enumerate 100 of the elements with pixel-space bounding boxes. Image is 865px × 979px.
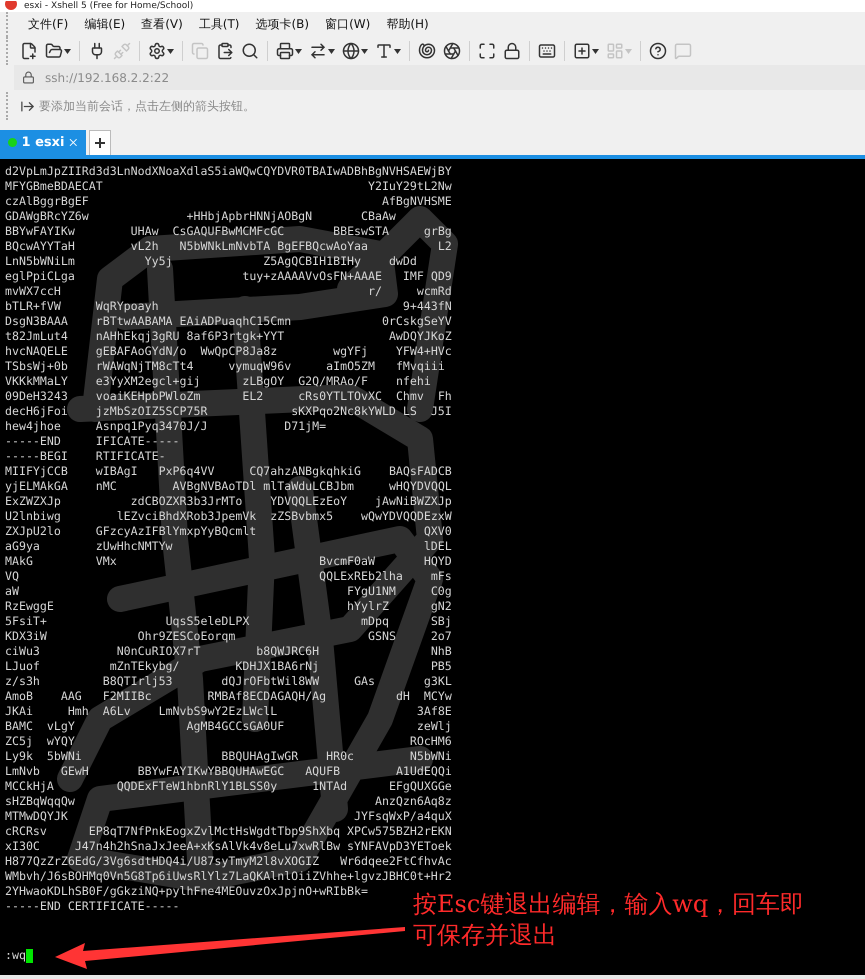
terminal-text: EP8qT7NfPnkEogxZvlMctHsWgdtTbp9ShXbq [88,824,340,838]
caret-icon [394,48,401,54]
terminal-text: A6Lv [102,704,131,718]
terminal-text: mDpq [361,614,389,628]
terminal-text: Hmh [68,704,89,718]
terminal-text: zLBgOY [242,374,284,388]
app-icon [4,1,18,11]
terminal-text: RTIFICATE- [96,449,166,463]
terminal-text: cRs0YTLTOvXC [298,389,382,403]
terminal-text: sYNFAVpD3YEToek [347,839,452,853]
terminal-text: GDAWgBRcYZ6w [5,209,89,223]
terminal-text: UqsS5eleDLPX [166,614,250,628]
terminal-text: sKXPqo2Nc8kYWLD [291,404,396,418]
menu-item[interactable]: 选项卡(B) [250,14,316,35]
terminal-text: J5I [430,404,452,418]
terminal-text: MCCkHjA [5,779,54,793]
globe-button[interactable] [340,40,370,62]
lock-icon [503,42,521,60]
menu-item[interactable]: 编辑(E) [78,14,132,35]
print-button[interactable] [274,40,304,62]
menu-item[interactable]: 工具(T) [192,14,246,35]
terminal-text: d2VpLmJpZIIRd3d3LnNodXNoaXdlaS5iaWQwCQYDVR0TBAIwADBhBgNVHSAEWjBY [5,164,452,178]
menu-item[interactable]: 文件(F) [22,14,74,35]
terminal-text: LJuof [5,659,40,673]
caret-icon [592,48,599,54]
caret-icon [64,48,71,54]
terminal-text: 9+443fN [402,299,452,313]
terminal-text: gN2 [430,599,452,613]
terminal-text: tuy+zAAAAVvOsFN+AAAE [242,269,382,283]
terminal-text: LnN5bWNiLm [5,254,75,268]
terminal-text: NhB [430,644,452,658]
menu-item[interactable]: 帮助(H) [380,14,435,35]
terminal-text: J47n4h2hSnaJxJeeA+xKsAlVk4v8eLu7xwRlBw [74,839,340,853]
terminal-text: :wq [5,948,26,963]
terminal-text: MFYGBmeBDAECAT [5,179,103,193]
arrows-icon [309,42,327,60]
caret-icon [625,48,632,54]
new-tab-button[interactable] [89,130,111,155]
terminal-text: GFzcyAzIFBlYmxpYyBQcmlt [96,524,256,538]
terminal-text: lEZvciBhdXRob3JpemVk [116,509,256,523]
terminal-text: 5bWNi [46,749,82,763]
terminal-text: QQLExREb2lha [319,569,403,583]
terminal-text: fMvqiii [396,359,445,373]
xmanager-button[interactable] [441,40,463,62]
terminal-text: TSbsWj+0b [5,359,68,373]
terminal-text: Y2IuY29tL2Nw [368,179,452,193]
terminal-text: r/ [368,284,382,298]
terminal-text: U2lnbiwg [5,509,61,523]
caret-icon [167,48,174,54]
new-file-icon [20,42,38,60]
caret-icon [361,48,368,54]
terminal-text: KDX3iW [5,629,47,643]
terminal-text: decH6jFoi [5,404,68,418]
menu-item[interactable]: 查看(V) [135,14,189,35]
terminal-text: AwDQYJKoZ [388,329,452,343]
terminal-text: jzMbSzOIZ5SCP75R [96,404,208,418]
terminal-text: AfBgNVHSME [382,194,452,208]
font-icon [375,42,393,60]
terminal-text: LS [402,404,417,418]
plus-square-icon [573,42,591,60]
unplug-icon [113,42,131,60]
terminal-text: aW [5,584,19,598]
terminal-text: 2o7 [430,629,452,643]
terminal-text: VMx [96,554,117,568]
terminal-text: GEwH [60,764,89,778]
terminal-text: JKAi [5,704,33,718]
terminal-text: hYylrZ [347,599,389,613]
terminal-text: Ly9k [5,749,33,763]
annotation-text: 按Esc键退出编辑，输入wq，回车即 可保存并退出 [413,889,806,951]
terminal-text: Asnpq1Pyq3470J/J [96,419,208,433]
terminal-text: IFICATE----- [96,434,180,448]
chat-icon [674,42,692,60]
terminal-text: BgEFBQcwAoYaa [277,239,368,253]
terminal-text: L2 [438,239,452,253]
terminal-text: dH [396,689,410,703]
terminal-text: bTLR+fVW [5,299,61,313]
terminal-text: zUwHhcNMTYw [96,539,173,553]
terminal-text: BvcmF0aW [319,554,375,568]
terminal-text: A1UdEQQi [396,764,452,778]
layout-icon [606,42,624,60]
terminal-text: ZC5j [5,734,33,748]
close-icon[interactable] [69,138,78,147]
terminal-text: IMF [402,269,424,283]
help-icon [649,42,667,60]
help-button[interactable] [647,40,669,62]
terminal-text: SBj [430,614,452,628]
terminal-text: 09DeH3243 [5,389,68,403]
menu-item[interactable]: 窗口(W) [319,14,376,35]
terminal-text: mZnTEkybg/ [110,659,180,673]
terminal-text: MCYw [424,689,452,703]
terminal-text: mlTaWduLCBJbm [263,479,354,493]
terminal-text: mFs [430,569,452,583]
terminal-text: AVBgNVBAoTDl [172,479,256,493]
terminal-text: voaiKEHpbPWloZm [96,389,200,403]
terminal-text: b8QWJRC6H [256,644,320,658]
terminal-text: VQ [5,569,19,583]
terminal-text: +HHbjApbrHNNjAOBgN [186,209,312,223]
terminal-text: zdCBOZXR3b3JrMTo [130,494,242,508]
terminal-text: rBTtwAABAMA [96,314,173,328]
terminal-text: cRCRsv [5,824,47,838]
